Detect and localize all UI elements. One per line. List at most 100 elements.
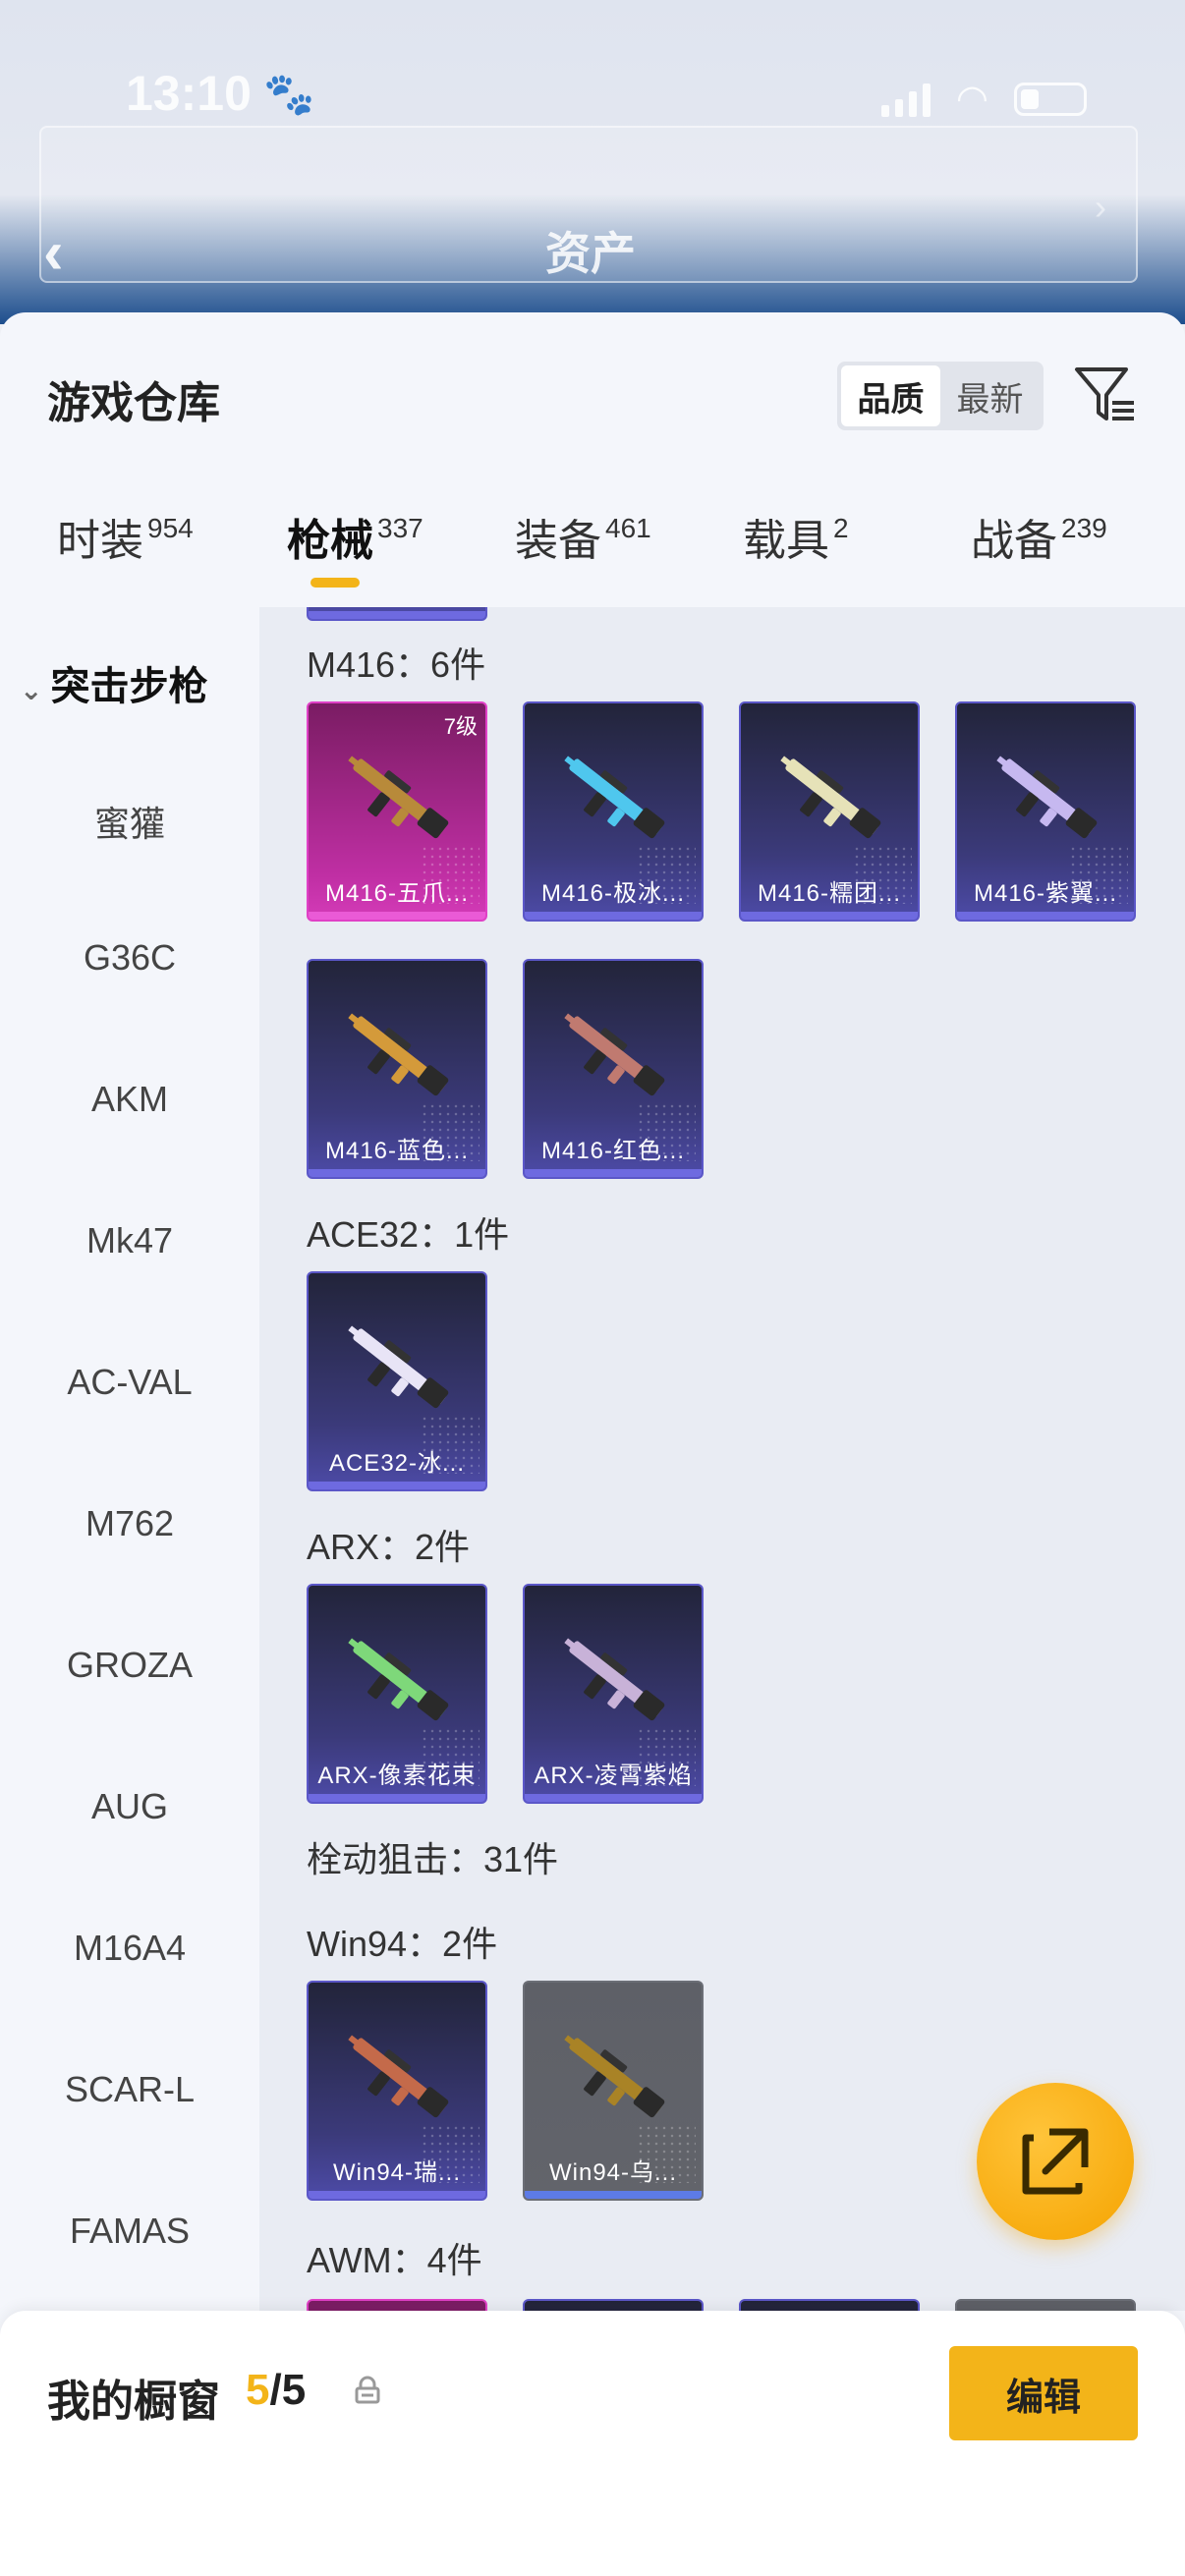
weapon-card[interactable]: M416-蓝色...	[307, 959, 487, 1179]
showcase-total: /5	[269, 2366, 307, 2414]
weapon-skin-image	[334, 2018, 464, 2136]
chevron-down-icon: ⌄	[20, 675, 43, 705]
chevron-right-icon: ›	[1095, 187, 1106, 227]
sidebar-item-m16a4[interactable]: M16A4	[0, 1928, 259, 1969]
status-icons: ◠	[880, 77, 1087, 121]
tab-label: 载具	[743, 517, 829, 565]
sort-segment: 品质 最新	[837, 362, 1044, 430]
status-time: 13:10	[126, 66, 252, 121]
sidebar-header-assault-rifle[interactable]: ⌄ 突击步枪	[20, 654, 207, 711]
group-title-ace32: ACE32：1件	[307, 1214, 510, 1255]
weapon-card-partial[interactable]	[523, 2299, 704, 2311]
weapon-skin-image	[334, 1621, 464, 1739]
weapon-card[interactable]: M416-极冰...	[523, 701, 704, 922]
tab-costume[interactable]: 时装 954	[57, 505, 194, 603]
sidebar-item-honey-badger[interactable]: 蜜獾	[0, 796, 259, 847]
sheet-title: 游戏仓库	[47, 379, 220, 427]
weapon-name: ARX-凌霄紫焰	[534, 1763, 693, 1789]
battery-icon	[1014, 82, 1087, 116]
weapon-name: ARX-像素花束	[317, 1763, 477, 1789]
weapon-card[interactable]: 7级 M416-五爪...	[307, 701, 487, 922]
weapon-name: Win94-瑞...	[332, 2159, 462, 2186]
weapon-skin-image	[766, 739, 896, 857]
sheet-header: 游戏仓库 品质 最新	[0, 312, 1185, 430]
external-link-icon	[1022, 2128, 1089, 2195]
weapon-card[interactable]: Win94-瑞...	[307, 1981, 487, 2201]
category-tabs: 时装 954 枪械 337 装备 461 载具 2 战备 239	[0, 505, 1185, 603]
weapon-card-partial[interactable]	[307, 2299, 487, 2311]
sidebar-header-label: 突击步枪	[50, 665, 208, 708]
showcase-current: 5	[246, 2366, 270, 2414]
sidebar-item-akm[interactable]: AKM	[0, 1079, 259, 1120]
wifi-icon: ◠	[955, 79, 988, 120]
group-title-bolt-action: 栓动狙击：31件	[307, 1839, 559, 1879]
group-title-win94: Win94：2件	[307, 1924, 498, 1964]
sidebar-item-g36c[interactable]: G36C	[0, 937, 259, 979]
tab-count: 954	[147, 513, 194, 543]
rarity-bar	[309, 611, 485, 619]
sidebar-item-famas[interactable]: FAMAS	[0, 2211, 259, 2252]
weapon-card[interactable]: M416-糯团...	[739, 701, 920, 922]
background-page: 13:10 🐾 ◠ ‹ 资产 ›	[0, 0, 1185, 324]
rarity-bar	[957, 912, 1134, 920]
export-button[interactable]	[977, 2083, 1134, 2240]
sort-quality-button[interactable]: 品质	[841, 365, 940, 426]
weapon-name: M416-蓝色...	[324, 1138, 470, 1164]
rarity-bar	[525, 912, 702, 920]
weapon-card[interactable]: ARX-像素花束	[307, 1584, 487, 1804]
weapon-skin-image	[550, 1621, 680, 1739]
sidebar-item-ac-val[interactable]: AC-VAL	[0, 1362, 259, 1403]
rarity-bar	[309, 912, 485, 920]
sort-newest-button[interactable]: 最新	[940, 365, 1040, 426]
tab-vehicles[interactable]: 载具 2	[743, 505, 849, 603]
sidebar-item-groza[interactable]: GROZA	[0, 1645, 259, 1686]
weapon-category-sidebar: ⌄ 突击步枪 蜜獾 G36C AKM Mk47 AC-VAL M762 GROZA…	[0, 607, 259, 2311]
weapon-card[interactable]: Win94-乌...	[523, 1981, 704, 2201]
sidebar-item-mk47[interactable]: Mk47	[0, 1220, 259, 1261]
signal-icon	[880, 82, 931, 117]
weapon-name: M416-五爪...	[324, 880, 470, 907]
weapon-card-partial[interactable]	[955, 2299, 1136, 2311]
weapon-skin-image	[550, 739, 680, 857]
sidebar-item-aug[interactable]: AUG	[0, 1786, 259, 1827]
weapon-card[interactable]: ARX-凌霄紫焰	[523, 1584, 704, 1804]
tab-label: 时装	[57, 517, 143, 565]
back-icon[interactable]: ‹	[43, 218, 64, 288]
weapon-name: M416-红色...	[540, 1138, 686, 1164]
weapon-card[interactable]: M416-红色...	[523, 959, 704, 1179]
tab-label: 装备	[515, 517, 601, 565]
lock-icon	[355, 2376, 380, 2404]
group-title-awm: AWM：4件	[307, 2240, 482, 2280]
weapon-card[interactable]: ACE32-冰...	[307, 1271, 487, 1491]
filter-icon[interactable]	[1071, 360, 1140, 428]
rarity-bar	[309, 1169, 485, 1177]
group-title-arx: ARX：2件	[307, 1527, 471, 1567]
rarity-bar	[525, 1794, 702, 1802]
rarity-bar	[309, 2191, 485, 2199]
tab-combat-gear[interactable]: 战备 239	[971, 505, 1107, 603]
rarity-bar	[309, 1482, 485, 1489]
weapon-skin-image	[983, 739, 1112, 857]
tab-underline	[310, 578, 360, 588]
tab-count: 337	[377, 513, 423, 543]
rarity-bar	[309, 1794, 485, 1802]
tab-count: 461	[605, 513, 651, 543]
sidebar-item-m762[interactable]: M762	[0, 1503, 259, 1544]
weapon-card[interactable]: M416-紫翼...	[955, 701, 1136, 922]
weapon-name: M416-紫翼...	[973, 880, 1118, 907]
tab-count: 2	[833, 513, 849, 543]
edit-button[interactable]: 编辑	[949, 2346, 1138, 2440]
weapon-card-partial[interactable]	[307, 607, 487, 621]
rarity-bar	[741, 912, 918, 920]
weapon-card-partial[interactable]	[739, 2299, 920, 2311]
weapon-skin-image	[334, 996, 464, 1114]
tab-equipment[interactable]: 装备 461	[515, 505, 651, 603]
showcase-count: 5/5	[246, 2366, 306, 2415]
tab-guns[interactable]: 枪械 337	[287, 505, 423, 603]
weapon-level-badge: 7级	[443, 714, 478, 739]
weapon-skin-image	[334, 739, 464, 857]
group-title-m416: M416：6件	[307, 644, 486, 685]
showcase-label: 我的橱窗	[47, 2378, 220, 2426]
sidebar-item-scar-l[interactable]: SCAR-L	[0, 2069, 259, 2110]
rarity-bar	[525, 2191, 702, 2199]
